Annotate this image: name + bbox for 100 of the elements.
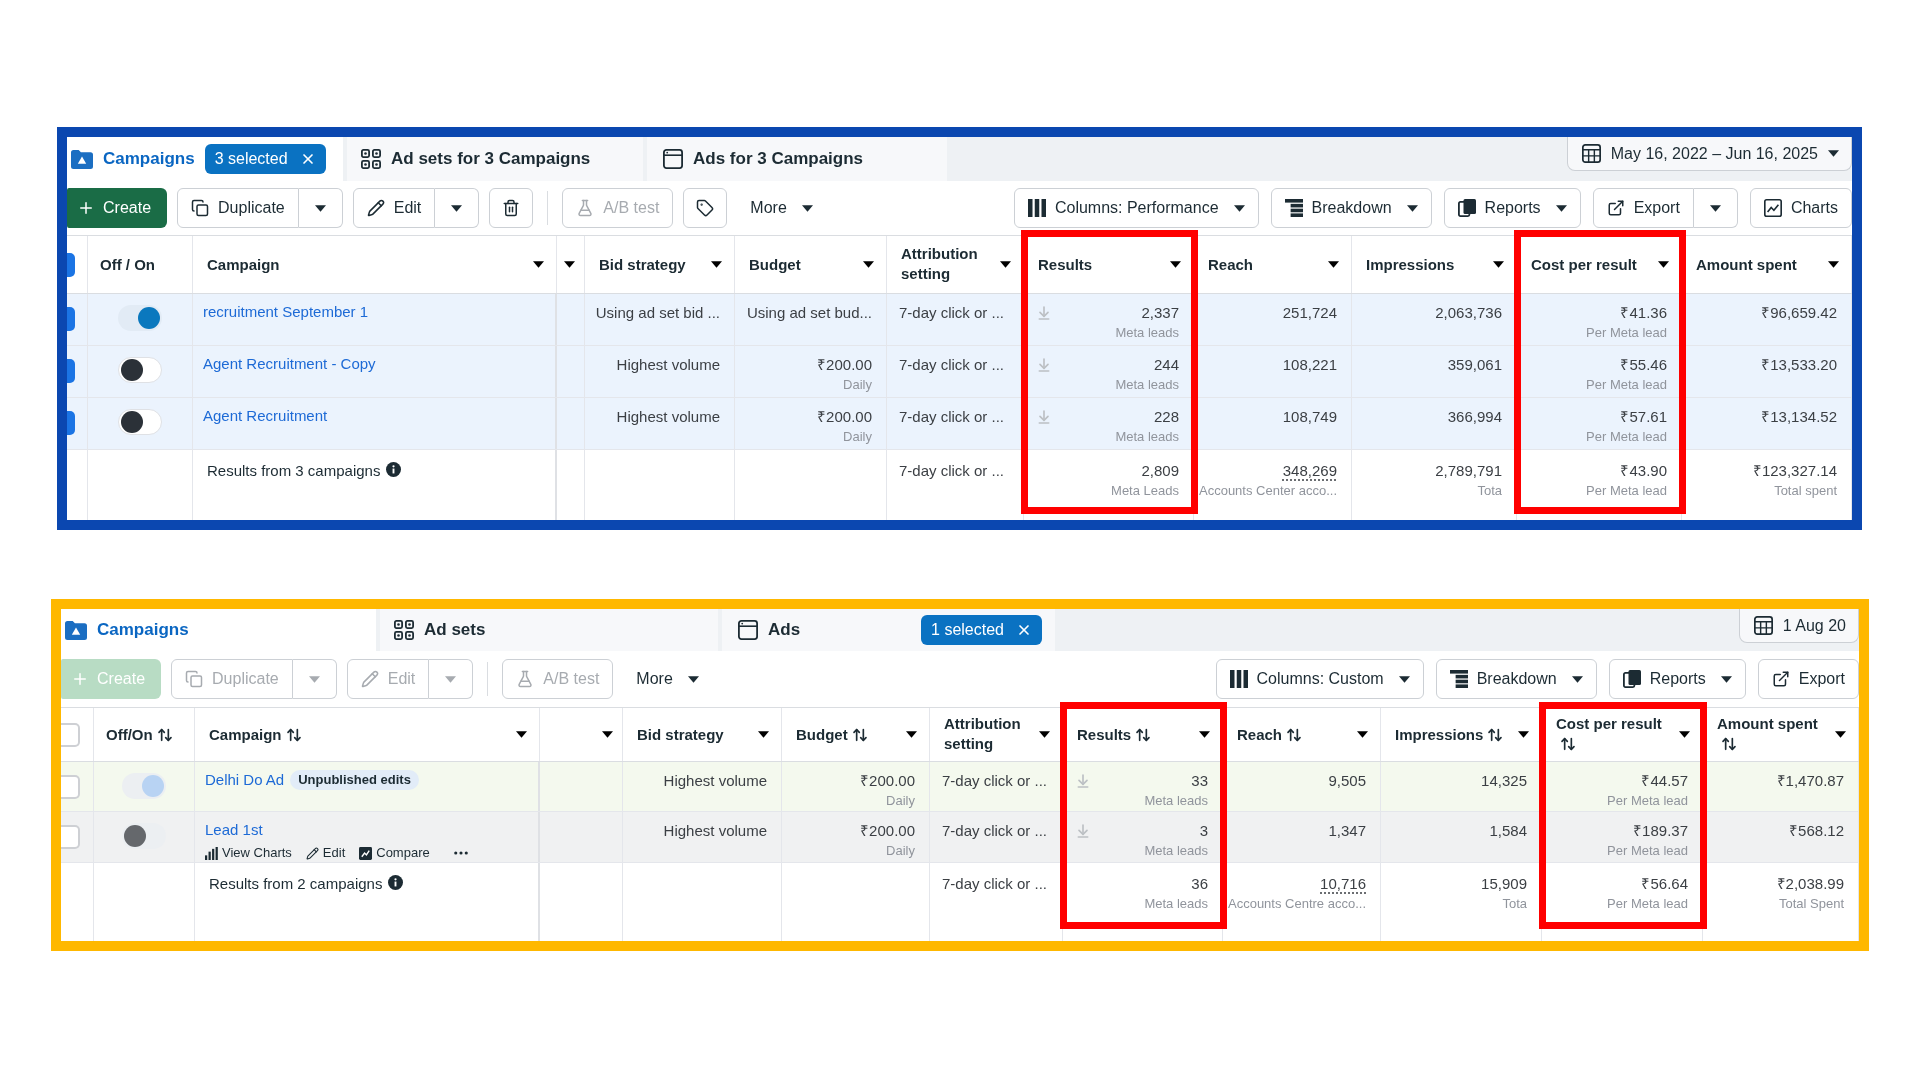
create-button[interactable]: Create xyxy=(67,188,168,228)
column-header[interactable]: Results xyxy=(1077,724,1152,745)
caret-icon[interactable] xyxy=(1658,261,1669,268)
tab[interactable]: Ads for 3 Campaigns xyxy=(647,137,947,181)
selection-chip[interactable]: 3 selected xyxy=(204,144,326,174)
campaign-link[interactable]: recruitment September 1 xyxy=(203,302,369,322)
column-header[interactable]: Cost per result xyxy=(1531,254,1637,275)
date-range-button[interactable]: 1 Aug 20 xyxy=(1738,609,1859,643)
data-caption: Daily xyxy=(886,842,915,860)
column-header[interactable]: Reach xyxy=(1208,254,1254,275)
caret-icon[interactable] xyxy=(1328,261,1339,268)
caret-icon[interactable] xyxy=(1039,731,1050,738)
caret-icon[interactable] xyxy=(602,731,613,738)
table-row[interactable]: Delhi Do Ad Unpublished edits Highest volume ₹200.00 Daily 7-day click or ... 33 Meta leads 9,505 14,325 ₹44.57 Per Meta lead ₹1,470.87 xyxy=(61,762,1859,812)
export-button[interactable]: Export xyxy=(1592,188,1694,228)
tab[interactable]: Ad sets xyxy=(380,609,718,651)
caret-icon[interactable] xyxy=(1518,731,1529,738)
column-header[interactable]: Bid strategy xyxy=(637,724,724,745)
caret-icon[interactable] xyxy=(1835,731,1846,738)
checkbox[interactable] xyxy=(67,411,75,435)
compare-button[interactable]: Compare xyxy=(359,845,430,861)
breakdown-button[interactable]: Breakdown xyxy=(1435,659,1597,699)
checkbox[interactable] xyxy=(67,307,75,331)
stacked-bars-icon xyxy=(1449,670,1468,688)
window-icon xyxy=(738,620,758,640)
column-header[interactable]: Cost per result xyxy=(1556,713,1673,754)
caret-icon[interactable] xyxy=(1199,731,1210,738)
info-icon[interactable] xyxy=(388,875,404,890)
table-row[interactable]: recruitment September 1 Using ad set bid ... Using ad set bud... 7-day click or ... 2,337 Meta leads 251,724 2,063,736 ₹41.36 Per Meta lead ₹96,659.42 xyxy=(67,294,1852,346)
more-button[interactable]: More xyxy=(623,659,712,699)
columns-button[interactable]: Columns: Custom xyxy=(1215,659,1424,699)
toggle-switch[interactable] xyxy=(118,305,162,331)
duplicate-button[interactable]: Duplicate xyxy=(177,188,299,228)
column-header[interactable]: Attribution setting xyxy=(901,243,994,284)
campaign-link[interactable]: Agent Recruitment - Copy xyxy=(203,354,376,374)
table-row[interactable]: Agent Recruitment - Copy Highest volume ₹200.00 Daily 7-day click or ... 244 Meta leads 108,221 359,061 ₹55.46 Per Meta lead ₹13,533.20 xyxy=(67,346,1852,398)
campaign-link[interactable]: Lead 1st xyxy=(205,820,263,840)
caret-icon[interactable] xyxy=(758,731,769,738)
caret-icon[interactable] xyxy=(711,261,722,268)
data-value: Using ad set bud... xyxy=(746,303,872,323)
breakdown-button[interactable]: Breakdown xyxy=(1270,188,1432,228)
charts-button[interactable]: Charts xyxy=(1749,188,1852,228)
table-row[interactable]: Agent Recruitment Highest volume ₹200.00 Daily 7-day click or ... 228 Meta leads 108,749 366,994 ₹57.61 Per Meta lead ₹13,134.52 xyxy=(67,398,1852,450)
column-header[interactable]: Bid strategy xyxy=(599,254,686,275)
dropdown-button[interactable] xyxy=(298,188,343,228)
checkbox[interactable] xyxy=(67,359,75,383)
toggle-switch[interactable] xyxy=(122,823,166,849)
caret-icon[interactable] xyxy=(1679,731,1690,738)
column-header[interactable]: Campaign xyxy=(207,254,280,275)
campaign-link[interactable]: Delhi Do Ad xyxy=(205,770,285,790)
column-header[interactable]: Campaign xyxy=(209,724,302,745)
checkbox[interactable] xyxy=(67,252,75,277)
caret-icon[interactable] xyxy=(906,731,917,738)
caret-icon[interactable] xyxy=(1493,261,1504,268)
selection-chip[interactable]: 1 selected xyxy=(921,615,1042,645)
column-header[interactable]: Budget xyxy=(749,254,801,275)
dropdown-button[interactable] xyxy=(435,188,480,228)
data-caption: Daily xyxy=(886,792,915,810)
tab[interactable]: Ad sets for 3 Campaigns xyxy=(347,137,643,181)
caret-icon[interactable] xyxy=(516,731,527,738)
column-header[interactable]: Reach xyxy=(1237,724,1303,745)
info-icon[interactable] xyxy=(386,462,402,477)
dropdown-button[interactable] xyxy=(1693,188,1738,228)
column-header[interactable]: Off / On xyxy=(100,254,155,275)
caret-icon[interactable] xyxy=(1357,731,1368,738)
caret-icon[interactable] xyxy=(1000,261,1011,268)
tab[interactable]: Campaigns xyxy=(61,609,376,651)
date-range-button[interactable]: May 16, 2022 – Jun 16, 2025 xyxy=(1566,137,1852,171)
toggle-switch[interactable] xyxy=(118,357,162,383)
column-header[interactable]: Off/On xyxy=(106,724,173,745)
reports-button[interactable]: Reports xyxy=(1608,659,1746,699)
toggle-switch[interactable] xyxy=(122,773,166,799)
column-header[interactable]: Attribution setting xyxy=(944,713,1033,754)
column-header[interactable]: Impressions xyxy=(1366,254,1455,275)
caret-icon[interactable] xyxy=(533,261,544,268)
column-header[interactable]: Amount spent xyxy=(1717,713,1829,754)
column-header[interactable]: Budget xyxy=(796,724,868,745)
edit-row-button[interactable]: Edit xyxy=(305,845,346,861)
column-header[interactable]: Amount spent xyxy=(1696,254,1797,275)
caret-icon[interactable] xyxy=(863,261,874,268)
delete-button[interactable] xyxy=(489,188,534,228)
table-row[interactable]: Lead 1st View Charts Edit Compare Highest volume ₹200.00 Daily 7-day click or ... 3 Meta leads 1,347 1,584 ₹189.37 Per Meta lead ₹568.12 xyxy=(61,812,1859,863)
more-button[interactable]: More xyxy=(737,188,826,228)
export-button[interactable]: Export xyxy=(1757,659,1859,699)
column-header[interactable]: Impressions xyxy=(1395,724,1504,745)
toggle-switch[interactable] xyxy=(118,409,162,435)
tag-button[interactable] xyxy=(683,188,728,228)
tab[interactable]: Campaigns 3 selected xyxy=(67,137,343,181)
more-icon[interactable] xyxy=(453,851,468,855)
column-header[interactable]: Results xyxy=(1038,254,1093,275)
edit-button[interactable]: Edit xyxy=(352,188,436,228)
tab[interactable]: Ads 1 selected xyxy=(722,609,1055,651)
caret-icon[interactable] xyxy=(1170,261,1181,268)
campaign-link[interactable]: Agent Recruitment xyxy=(203,406,328,426)
view-charts-button[interactable]: View Charts xyxy=(205,845,292,861)
caret-icon[interactable] xyxy=(564,261,575,268)
columns-button[interactable]: Columns: Performance xyxy=(1013,188,1259,228)
data-value: 359,061 xyxy=(1447,355,1502,375)
reports-button[interactable]: Reports xyxy=(1443,188,1581,228)
caret-icon[interactable] xyxy=(1828,261,1839,268)
